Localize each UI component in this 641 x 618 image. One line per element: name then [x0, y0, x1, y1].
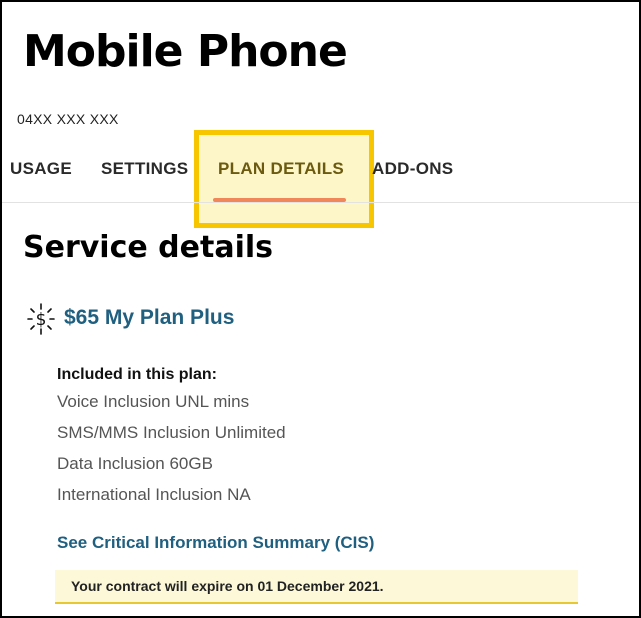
- page-title: Mobile Phone: [23, 26, 348, 77]
- tab-bar: USAGE SETTINGS PLAN DETAILS ADD-ONS: [2, 152, 639, 202]
- included-item-sms: SMS/MMS Inclusion Unlimited: [57, 423, 286, 442]
- tab-add-ons[interactable]: ADD-ONS: [372, 152, 453, 186]
- contract-notice-text: Your contract will expire on 01 December…: [71, 578, 384, 594]
- plan-name-link[interactable]: $65 My Plan Plus: [64, 306, 234, 330]
- dollar-sparkle-icon: $: [27, 303, 55, 335]
- cis-link[interactable]: See Critical Information Summary (CIS): [57, 533, 374, 553]
- included-list: Included in this plan: Voice Inclusion U…: [57, 364, 286, 510]
- tabs-divider: [2, 202, 639, 203]
- included-item-international: International Inclusion NA: [57, 485, 251, 504]
- included-heading: Included in this plan:: [57, 366, 217, 383]
- section-title: Service details: [23, 230, 273, 265]
- svg-text:$: $: [36, 310, 47, 330]
- phone-number: 04XX XXX XXX: [17, 111, 119, 127]
- tab-settings[interactable]: SETTINGS: [101, 152, 188, 186]
- included-item-data: Data Inclusion 60GB: [57, 454, 213, 473]
- contract-notice: Your contract will expire on 01 December…: [55, 570, 578, 604]
- included-item-voice: Voice Inclusion UNL mins: [57, 392, 250, 411]
- page-frame: Mobile Phone 04XX XXX XXX USAGE SETTINGS…: [0, 0, 641, 618]
- tab-usage[interactable]: USAGE: [10, 152, 72, 186]
- tab-plan-details[interactable]: PLAN DETAILS: [218, 152, 344, 186]
